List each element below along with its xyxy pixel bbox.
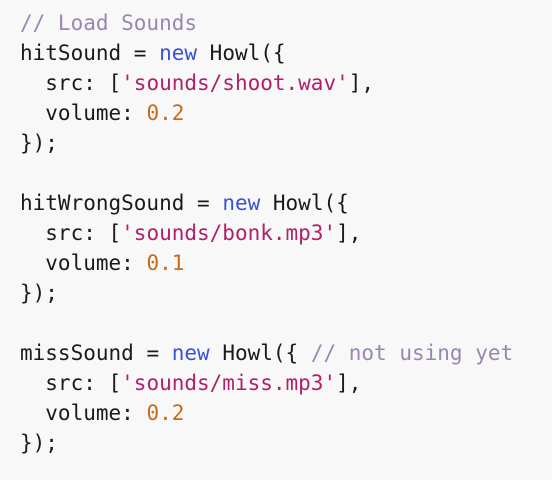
howl-ctor: Howl({ bbox=[197, 41, 286, 65]
comment-not-using-yet: // not using yet bbox=[310, 341, 514, 365]
assign-op: = bbox=[133, 341, 172, 365]
code-line-15: }); bbox=[20, 428, 552, 458]
src-key: src: [ bbox=[20, 71, 122, 95]
volume-key: volume: bbox=[20, 101, 147, 125]
var-misssound: missSound bbox=[20, 341, 134, 365]
src-end: ], bbox=[348, 71, 375, 95]
src-end: ], bbox=[336, 371, 362, 395]
code-line-14: volume: 0.2 bbox=[20, 398, 552, 428]
comment-load-sounds: // Load Sounds bbox=[20, 11, 198, 35]
assign-op: = bbox=[184, 191, 223, 215]
src-string: 'sounds/bonk.mp3' bbox=[121, 221, 337, 245]
code-line-9: volume: 0.1 bbox=[20, 248, 552, 278]
src-string: 'sounds/miss.mp3' bbox=[121, 371, 337, 395]
code-line-5: }); bbox=[20, 128, 552, 158]
code-line-10: }); bbox=[20, 278, 552, 308]
code-line-13: src: ['sounds/miss.mp3'], bbox=[20, 368, 552, 398]
var-hitwrongsound: hitWrongSound bbox=[20, 191, 185, 215]
src-string: 'sounds/shoot.wav' bbox=[121, 71, 349, 95]
code-line-3: src: ['sounds/shoot.wav'], bbox=[20, 68, 552, 98]
volume-number: 0.2 bbox=[146, 401, 185, 425]
volume-number: 0.1 bbox=[146, 251, 185, 275]
src-end: ], bbox=[336, 221, 362, 245]
volume-key: volume: bbox=[20, 251, 147, 275]
howl-ctor: Howl({ bbox=[260, 191, 349, 215]
code-block: // Load Sounds hitSound = new Howl({ src:… bbox=[0, 0, 552, 480]
code-line-blank-2 bbox=[20, 308, 552, 338]
block-close: }); bbox=[20, 431, 58, 455]
code-line-8: src: ['sounds/bonk.mp3'], bbox=[20, 218, 552, 248]
block-close: }); bbox=[20, 281, 58, 305]
keyword-new: new bbox=[222, 191, 261, 215]
assign-op: = bbox=[121, 41, 160, 65]
keyword-new: new bbox=[159, 41, 198, 65]
code-line-2: hitSound = new Howl({ bbox=[20, 38, 552, 68]
var-hitsound: hitSound bbox=[20, 41, 122, 65]
code-line-7: hitWrongSound = new Howl({ bbox=[20, 188, 552, 218]
src-key: src: [ bbox=[20, 371, 122, 395]
block-close: }); bbox=[20, 131, 58, 155]
code-line-4: volume: 0.2 bbox=[20, 98, 552, 128]
volume-key: volume: bbox=[20, 401, 147, 425]
keyword-new: new bbox=[171, 341, 210, 365]
code-line-12: missSound = new Howl({ // not using yet bbox=[20, 338, 552, 368]
code-line-1: // Load Sounds bbox=[20, 8, 552, 38]
howl-ctor: Howl({ bbox=[209, 341, 311, 365]
volume-number: 0.2 bbox=[146, 101, 185, 125]
src-key: src: [ bbox=[20, 221, 122, 245]
code-line-blank-1 bbox=[20, 158, 552, 188]
